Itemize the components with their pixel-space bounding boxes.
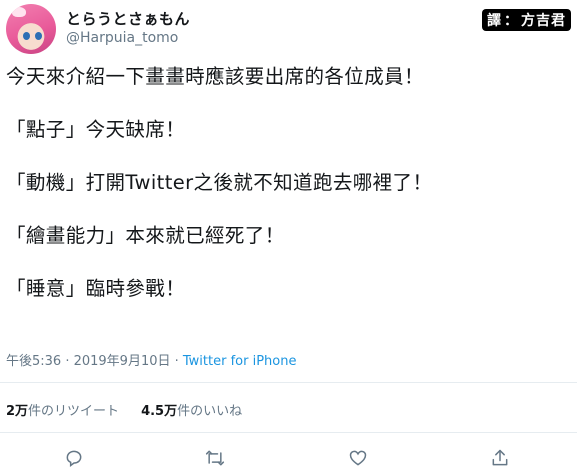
divider [0,382,577,383]
reply-button[interactable] [62,446,86,470]
translator-stamp-name: 方吉君 [521,13,566,29]
tweet-line: 「動機」打開Twitter之後就不知道跑去哪裡了！ [6,171,433,194]
like-icon [349,450,367,466]
like-count: 4.5万 [141,404,178,419]
retweet-count: 2万 [6,404,29,419]
divider [0,432,577,433]
tweet-line: 「繪畫能力」本來就已經死了！ [6,224,285,247]
like-stat[interactable]: 4.5万件のいいね [141,400,242,419]
like-button[interactable] [346,446,370,470]
avatar-eye-left [23,32,30,40]
tweet-line: 「睡意」臨時參戰！ [6,277,186,300]
avatar[interactable] [6,4,56,54]
translator-stamp-separator: ： [504,13,519,29]
avatar-bow [12,7,26,17]
retweet-icon [205,450,225,466]
retweet-button[interactable] [203,446,227,470]
tweet-meta: 午後5:36 · 2019年9月10日 · Twitter for iPhone [6,350,296,369]
like-label: 件のいいね [177,404,243,419]
author-display-name[interactable]: とらうとさぁもん [66,8,190,29]
tweet-text: 今天來介紹一下畫畫時應該要出席的各位成員！ 「點子」今天缺席！ 「動機」打開Tw… [6,64,566,329]
tweet-actions [0,446,577,470]
tweet-source-link[interactable]: Twitter for iPhone [183,354,297,369]
translator-stamp: 譯 ： 方吉君 [482,9,571,31]
avatar-eye-right [35,32,42,40]
tweet-line: 今天來介紹一下畫畫時應該要出席的各位成員！ [6,65,424,88]
tweet-timestamp[interactable]: 午後5:36 · 2019年9月10日 · [6,354,183,369]
share-icon [492,449,508,466]
translator-stamp-prefix: 譯 [487,13,502,29]
tweet-stats: 2万件のリツイート 4.5万件のいいね [6,400,242,419]
share-button[interactable] [488,446,512,470]
retweet-label: 件のリツイート [28,404,120,419]
tweet-line: 「點子」今天缺席！ [6,118,186,141]
reply-icon [66,450,82,467]
retweet-stat[interactable]: 2万件のリツイート [6,400,119,419]
author-handle[interactable]: @Harpuia_tomo [66,30,178,46]
